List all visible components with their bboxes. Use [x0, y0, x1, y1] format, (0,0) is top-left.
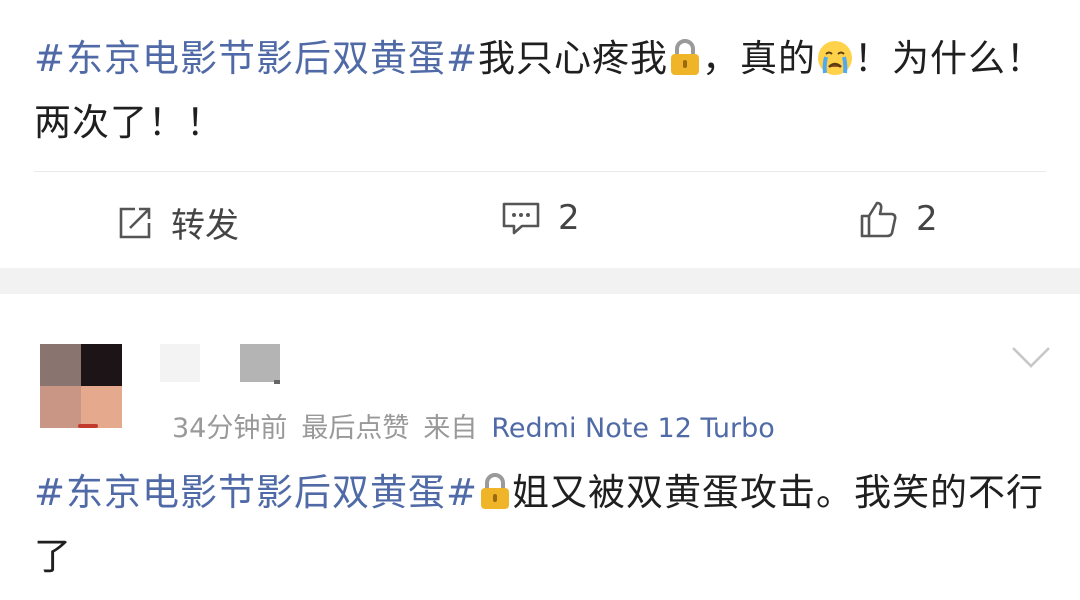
comment-time: 34分钟前 — [172, 413, 288, 444]
post-text: #东京电影节影后双黄蛋#我只心疼我 ，真的 ！为什么！两次了！！ — [34, 30, 1044, 152]
section-separator — [0, 268, 1080, 294]
action-bar: 转发 2 2 — [0, 172, 1080, 268]
username-redacted-2 — [240, 344, 280, 382]
username-redacted-3 — [274, 380, 280, 384]
like-button[interactable]: 2 — [858, 198, 938, 240]
source-prefix: 来自 — [423, 413, 478, 444]
comment-button[interactable]: 2 — [500, 198, 580, 238]
repost-icon — [119, 207, 151, 238]
lock-emoji-icon — [668, 36, 702, 94]
comment-meta: 34分钟前 最后点赞 来自 Redmi Note 12 Turbo — [172, 406, 789, 445]
crying-face-emoji-icon — [816, 36, 854, 94]
repost-button[interactable]: 转发 — [115, 198, 239, 247]
post-hashtag[interactable]: #东京电影节影后双黄蛋# — [34, 37, 478, 80]
comment-hashtag[interactable]: #东京电影节影后双黄蛋# — [34, 471, 478, 514]
device-label: Redmi Note 12 Turbo — [491, 413, 775, 444]
username-redacted — [160, 344, 200, 382]
lock-emoji-icon — [478, 470, 512, 528]
post-text-part-1: 我只心疼我 — [478, 37, 669, 80]
like-count: 2 — [916, 199, 938, 239]
repost-label: 转发 — [171, 206, 239, 246]
comment-icon — [502, 202, 540, 235]
comment-count: 2 — [558, 198, 580, 238]
weibo-post: #东京电影节影后双黄蛋#我只心疼我 ，真的 ！为什么！两次了！！ 转发 2 2 — [0, 0, 1080, 268]
avatar[interactable] — [40, 344, 122, 428]
comment-status: 最后点赞 — [301, 413, 410, 444]
comment-item: 34分钟前 最后点赞 来自 Redmi Note 12 Turbo #东京电影节影后双… — [0, 294, 1080, 600]
post-text-part-2: ，真的 — [702, 37, 817, 80]
like-icon — [860, 201, 897, 238]
chevron-down-icon[interactable] — [1010, 344, 1052, 374]
comment-text: #东京电影节影后双黄蛋# 姐又被双黄蛋攻击。我笑的不行了 — [34, 464, 1044, 586]
